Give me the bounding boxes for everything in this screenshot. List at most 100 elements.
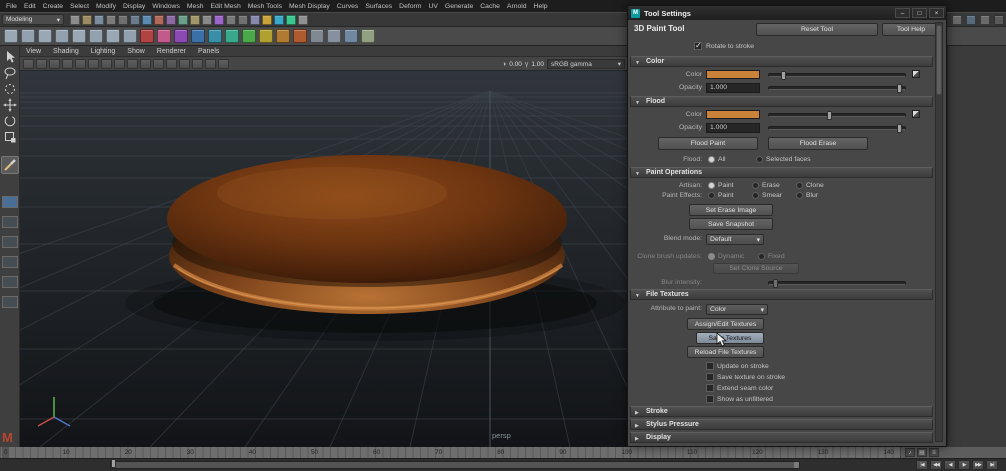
- gamma-icon[interactable]: γ: [525, 61, 529, 68]
- multisampling-icon[interactable]: [127, 59, 138, 69]
- layout-persp-graph-button[interactable]: [2, 256, 18, 268]
- paint-select-tool-icon[interactable]: [3, 82, 17, 96]
- select-camera-icon[interactable]: [23, 59, 34, 69]
- undo-icon[interactable]: [106, 15, 116, 25]
- color-swatch[interactable]: [706, 70, 760, 79]
- oversampling-icon[interactable]: [101, 59, 112, 69]
- select-object-icon[interactable]: [142, 15, 152, 25]
- panel-scrollbar[interactable]: [935, 22, 943, 442]
- output-connections-icon[interactable]: [238, 15, 248, 25]
- color-section-header[interactable]: ▼Color: [630, 56, 933, 67]
- checkbox[interactable]: [706, 362, 714, 370]
- blur-intensity-slider[interactable]: [768, 281, 906, 285]
- minimize-button[interactable]: –: [895, 8, 910, 18]
- menubar-item[interactable]: Mesh Display: [289, 3, 330, 10]
- flood-erase-button[interactable]: Flood Erase: [768, 137, 868, 150]
- menubar-item[interactable]: Help: [534, 3, 548, 10]
- view-transform-dropdown[interactable]: sRGB gamma▾: [547, 59, 625, 69]
- close-button[interactable]: ×: [929, 8, 944, 18]
- viewport-menu-item[interactable]: Panels: [198, 48, 219, 55]
- blend-mode-dropdown[interactable]: Default▾: [706, 234, 764, 245]
- camera-attributes-icon[interactable]: [49, 59, 60, 69]
- layout-persp-outliner-button[interactable]: [2, 236, 18, 248]
- tool-settings-toggle-icon[interactable]: [980, 15, 990, 25]
- menubar-item[interactable]: UV: [428, 3, 437, 10]
- tool-help-button[interactable]: Tool Help: [882, 23, 940, 36]
- range-start-handle[interactable]: [111, 459, 116, 468]
- screen-space-ao-icon[interactable]: [192, 59, 203, 69]
- flood-selected-faces-radio[interactable]: [756, 156, 763, 163]
- viewport-menu-item[interactable]: View: [26, 48, 41, 55]
- menubar-item[interactable]: Select: [70, 3, 89, 10]
- time-slider-option-icon[interactable]: ≡: [929, 448, 939, 457]
- color-picker-icon[interactable]: [912, 110, 920, 118]
- 2d-pan-zoom-icon[interactable]: [88, 59, 99, 69]
- menubar-item[interactable]: Arnold: [507, 3, 527, 10]
- checkbox[interactable]: [706, 395, 714, 403]
- save-snapshot-button[interactable]: Save Snapshot: [689, 218, 773, 230]
- snapshot-icon[interactable]: [114, 59, 125, 69]
- clone-dynamic-radio[interactable]: [708, 253, 715, 260]
- range-end-handle[interactable]: [794, 462, 799, 468]
- display-lights-icon[interactable]: [166, 59, 177, 69]
- mirror-icon[interactable]: [344, 29, 358, 43]
- artisan-erase-radio[interactable]: [752, 182, 759, 189]
- construction-history-icon[interactable]: [250, 15, 260, 25]
- exposure-value[interactable]: 0.00: [509, 61, 522, 68]
- separate-icon[interactable]: [208, 29, 222, 43]
- checkbox[interactable]: [706, 373, 714, 381]
- range-slider[interactable]: [110, 461, 800, 469]
- bridge-icon[interactable]: [276, 29, 290, 43]
- color-opacity-slider[interactable]: [768, 86, 906, 90]
- flood-opacity-field[interactable]: 1.000: [706, 123, 760, 133]
- attribute-editor-toggle-icon[interactable]: [966, 15, 976, 25]
- polygon-sphere-icon[interactable]: [4, 29, 18, 43]
- snap-curve-icon[interactable]: [178, 15, 188, 25]
- motion-blur-icon[interactable]: [153, 59, 164, 69]
- viewport-renderer-icon[interactable]: [205, 59, 216, 69]
- select-tool-icon[interactable]: [3, 50, 17, 64]
- flood-color-swatch[interactable]: [706, 110, 760, 119]
- time-slider-option-icon[interactable]: ▤: [917, 448, 927, 457]
- menubar-item[interactable]: Cache: [480, 3, 500, 10]
- menubar-item[interactable]: Modify: [96, 3, 116, 10]
- menubar-item[interactable]: Edit: [24, 3, 36, 10]
- color-picker-icon[interactable]: [912, 70, 920, 78]
- combine-icon[interactable]: [191, 29, 205, 43]
- snap-point-icon[interactable]: [190, 15, 200, 25]
- menubar-item[interactable]: Mesh Tools: [248, 3, 282, 10]
- target-weld-icon[interactable]: [327, 29, 341, 43]
- new-scene-icon[interactable]: [70, 15, 80, 25]
- artisan-paint-radio[interactable]: [708, 182, 715, 189]
- color-slider[interactable]: [768, 73, 906, 77]
- snap-view-plane-icon[interactable]: [202, 15, 212, 25]
- menubar-item[interactable]: Windows: [152, 3, 180, 10]
- gamma-value[interactable]: 1.00: [531, 61, 544, 68]
- save-scene-icon[interactable]: [94, 15, 104, 25]
- flood-paint-button[interactable]: Flood Paint: [658, 137, 758, 150]
- file-textures-section-header[interactable]: ▼File Textures: [630, 289, 933, 300]
- color-opacity-field[interactable]: 1.000: [706, 83, 760, 93]
- input-connections-icon[interactable]: [226, 15, 236, 25]
- time-slider[interactable]: 0102030405060708090100110120130140 ♪▤≡: [0, 447, 1006, 458]
- polygon-cone-icon[interactable]: [55, 29, 69, 43]
- tool-settings-titlebar[interactable]: M Tool Settings – □ ×: [628, 6, 946, 20]
- menubar-item[interactable]: File: [6, 3, 17, 10]
- file-textures-checkbox-row[interactable]: Update on stroke: [706, 362, 785, 370]
- snap-grid-icon[interactable]: [166, 15, 176, 25]
- file-textures-checkbox-row[interactable]: Extend seam color: [706, 384, 785, 392]
- viewport-menu-item[interactable]: Lighting: [91, 48, 116, 55]
- reset-tool-button[interactable]: Reset Tool: [756, 23, 878, 36]
- smooth-icon[interactable]: [242, 29, 256, 43]
- select-hierarchy-icon[interactable]: [130, 15, 140, 25]
- bevel-icon[interactable]: [259, 29, 273, 43]
- file-textures-checkbox-row[interactable]: Show as unfiltered: [706, 395, 785, 403]
- ipr-render-icon[interactable]: [286, 15, 296, 25]
- menu-set-dropdown[interactable]: Modeling▾: [2, 14, 64, 25]
- viewport-menu-item[interactable]: Renderer: [157, 48, 186, 55]
- lock-camera-icon[interactable]: [36, 59, 47, 69]
- bookmarks-icon[interactable]: [62, 59, 73, 69]
- slider-handle[interactable]: [897, 84, 902, 93]
- maximize-button[interactable]: □: [912, 8, 927, 18]
- polygon-plane-icon[interactable]: [89, 29, 103, 43]
